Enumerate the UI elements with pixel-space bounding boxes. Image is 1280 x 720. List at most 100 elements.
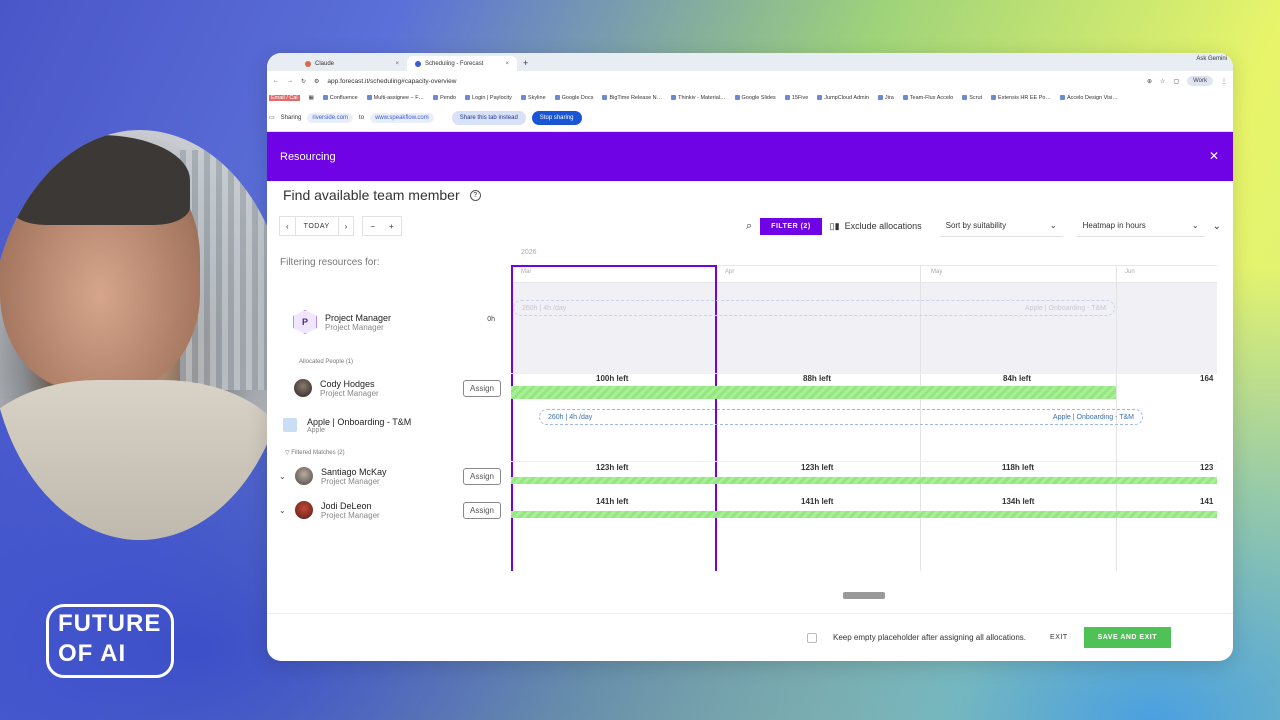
- save-and-exit-button[interactable]: SAVE AND EXIT: [1083, 627, 1171, 648]
- bookmark[interactable]: Accelo Design Visi…: [1059, 95, 1118, 101]
- url-field[interactable]: app.forecast.it/scheduling#capacity-over…: [327, 78, 947, 85]
- exclude-allocations-toggle[interactable]: ▯▮ Exclude allocations: [830, 221, 932, 232]
- bookmark[interactable]: BigTime Release N…: [602, 95, 662, 101]
- bookmark[interactable]: Extensis HR EE Po…: [991, 95, 1051, 101]
- project-row[interactable]: Apple | Onboarding - T&M Apple: [267, 407, 511, 443]
- menu-icon[interactable]: ⋮: [1221, 78, 1227, 85]
- bookmark[interactable]: JumpCloud Admin: [817, 95, 869, 101]
- tab-search-icon[interactable]: ▢: [1173, 78, 1179, 85]
- month-label: Mar: [521, 269, 532, 275]
- placeholder-row-shade: [511, 283, 1217, 373]
- person-name: Santiago McKay: [321, 466, 387, 477]
- bookmark[interactable]: 15Five: [784, 95, 808, 101]
- person-name: Cody Hodges: [320, 378, 375, 389]
- logo-line-2: OF AI: [58, 640, 127, 667]
- stop-sharing-button[interactable]: Stop sharing: [531, 110, 582, 125]
- next-chevron-icon[interactable]: ›: [339, 222, 354, 231]
- tab-close-icon[interactable]: ×: [505, 61, 509, 67]
- heatmap-dropdown[interactable]: Heatmap in hours ⌄: [1076, 215, 1205, 237]
- person-row-jodi[interactable]: ⌄ Jodi DeLeon Project Manager Assign: [267, 494, 511, 526]
- date-navigator: ‹ TODAY ›: [279, 216, 355, 236]
- placeholder-row[interactable]: P Project Manager Project Manager 0h: [267, 297, 511, 347]
- bookmark[interactable]: Confluence: [322, 95, 358, 101]
- keep-placeholder-label: Keep empty placeholder after assigning a…: [833, 633, 1027, 642]
- tab-scheduling[interactable]: Scheduling - Forecast ×: [407, 56, 517, 71]
- chevron-down-icon: ⌄: [1049, 221, 1057, 230]
- bookmark[interactable]: Google Slides: [734, 95, 776, 101]
- search-icon[interactable]: ⌕: [746, 220, 752, 233]
- project-allocation-pill[interactable]: 260h | 4h /day Apple | Onboarding - T&M: [539, 409, 1143, 425]
- bookmark[interactable]: Team-Flux Accelo: [902, 95, 953, 101]
- logo-line-1: FUTURE: [58, 610, 162, 637]
- filter-button[interactable]: FILTER (2): [760, 217, 822, 235]
- apps-grid-icon[interactable]: ▦: [309, 95, 314, 101]
- avatar: [295, 467, 313, 485]
- hours-left: 84h left: [1003, 374, 1032, 383]
- share-target: www.speakflow.com: [370, 112, 434, 123]
- person-row-santiago[interactable]: ⌄ Santiago McKay Project Manager Assign: [267, 460, 511, 492]
- hours-left: 88h left: [803, 374, 832, 383]
- zoom-in-icon[interactable]: +: [382, 222, 401, 231]
- placeholder-allocation-pill[interactable]: 260h | 4h /day Apple | Onboarding - T&M: [513, 300, 1115, 316]
- forecast-favicon-icon: [415, 60, 421, 67]
- keep-placeholder-checkbox[interactable]: [807, 632, 818, 643]
- tab-bar: Claude × Scheduling - Forecast × + Ask G…: [267, 53, 1233, 71]
- bookmark[interactable]: Skyline: [520, 95, 546, 101]
- timeline-grid[interactable]: 2026 Mar Apr May Jun 260h | 4h /day Appl…: [511, 241, 1217, 571]
- exclude-label: Exclude allocations: [844, 221, 922, 231]
- project-name: Apple | Onboarding - T&M: [307, 416, 412, 427]
- exit-button[interactable]: EXIT: [1050, 634, 1068, 641]
- modal-header: Resourcing ✕: [267, 132, 1233, 181]
- tab-claude[interactable]: Claude ×: [297, 56, 407, 71]
- back-icon[interactable]: ←: [273, 78, 279, 84]
- horizontal-scrollbar[interactable]: [843, 592, 885, 599]
- bookmark[interactable]: Multi-assignee – F…: [366, 95, 424, 101]
- chevron-down-icon[interactable]: ⌄: [279, 506, 286, 515]
- share-to-label: to: [359, 114, 365, 121]
- assign-button[interactable]: Assign: [462, 379, 501, 397]
- reload-icon[interactable]: ↻: [301, 78, 306, 85]
- zoom-out-icon[interactable]: −: [363, 222, 382, 231]
- close-icon[interactable]: ✕: [1209, 149, 1219, 163]
- today-button[interactable]: TODAY: [294, 216, 339, 236]
- bookmark[interactable]: Jira: [877, 95, 894, 101]
- assign-button[interactable]: Assign: [462, 501, 501, 519]
- bookmark[interactable]: Email / Cal: [269, 94, 300, 101]
- share-this-tab-button[interactable]: Share this tab instead: [451, 110, 526, 125]
- bookmark[interactable]: Google Docs: [554, 95, 593, 101]
- person-row-cody[interactable]: Cody Hodges Project Manager Assign: [267, 372, 511, 404]
- site-info-icon[interactable]: ⚙: [314, 78, 319, 85]
- placeholder-name: Project Manager: [325, 312, 392, 323]
- hours-left: 123: [1200, 463, 1214, 472]
- project-color-swatch: [283, 418, 297, 432]
- collapse-all-icon[interactable]: ⌄: [1213, 221, 1221, 232]
- chevron-down-icon[interactable]: ⌄: [279, 472, 286, 481]
- tab-close-icon[interactable]: ×: [395, 61, 399, 67]
- bookmark[interactable]: Login | Paylocity: [464, 95, 512, 101]
- tab-label: Scheduling - Forecast: [425, 60, 484, 67]
- sharing-label: Sharing: [280, 114, 302, 121]
- hours-left: 118h left: [1002, 463, 1035, 472]
- prev-chevron-icon[interactable]: ‹: [280, 222, 295, 231]
- address-bar: ← → ↻ ⚙ app.forecast.it/scheduling#capac…: [267, 71, 1233, 91]
- ask-gemini-button[interactable]: Ask Gemini: [1196, 56, 1227, 62]
- pill-project: Apple | Onboarding - T&M: [1052, 413, 1134, 421]
- assign-button[interactable]: Assign: [462, 467, 501, 485]
- filtering-label: Filtering resources for:: [280, 257, 380, 268]
- bookmark[interactable]: Thinkiv - Material…: [671, 95, 726, 101]
- forward-icon[interactable]: →: [287, 78, 293, 84]
- hours-left: 141h left: [596, 497, 629, 506]
- future-of-ai-logo: FUTURE OF AI: [46, 604, 174, 678]
- bar-chart-icon: ▯▮: [829, 220, 840, 231]
- zoom-controls: − +: [362, 216, 402, 236]
- browser-window: Claude × Scheduling - Forecast × + Ask G…: [267, 53, 1233, 661]
- share-screen-icon: ▭: [269, 115, 275, 121]
- profile-button[interactable]: Work: [1187, 76, 1213, 86]
- new-tab-icon[interactable]: +: [523, 58, 528, 68]
- help-icon[interactable]: ?: [469, 189, 481, 201]
- sort-dropdown[interactable]: Sort by suitability ⌄: [939, 215, 1063, 237]
- bookmark[interactable]: Pendo: [433, 95, 456, 101]
- bookmark-star-icon[interactable]: ☆: [1160, 78, 1165, 85]
- bookmark[interactable]: Scrut: [962, 95, 982, 101]
- zoom-icon[interactable]: ⊕: [1147, 78, 1152, 85]
